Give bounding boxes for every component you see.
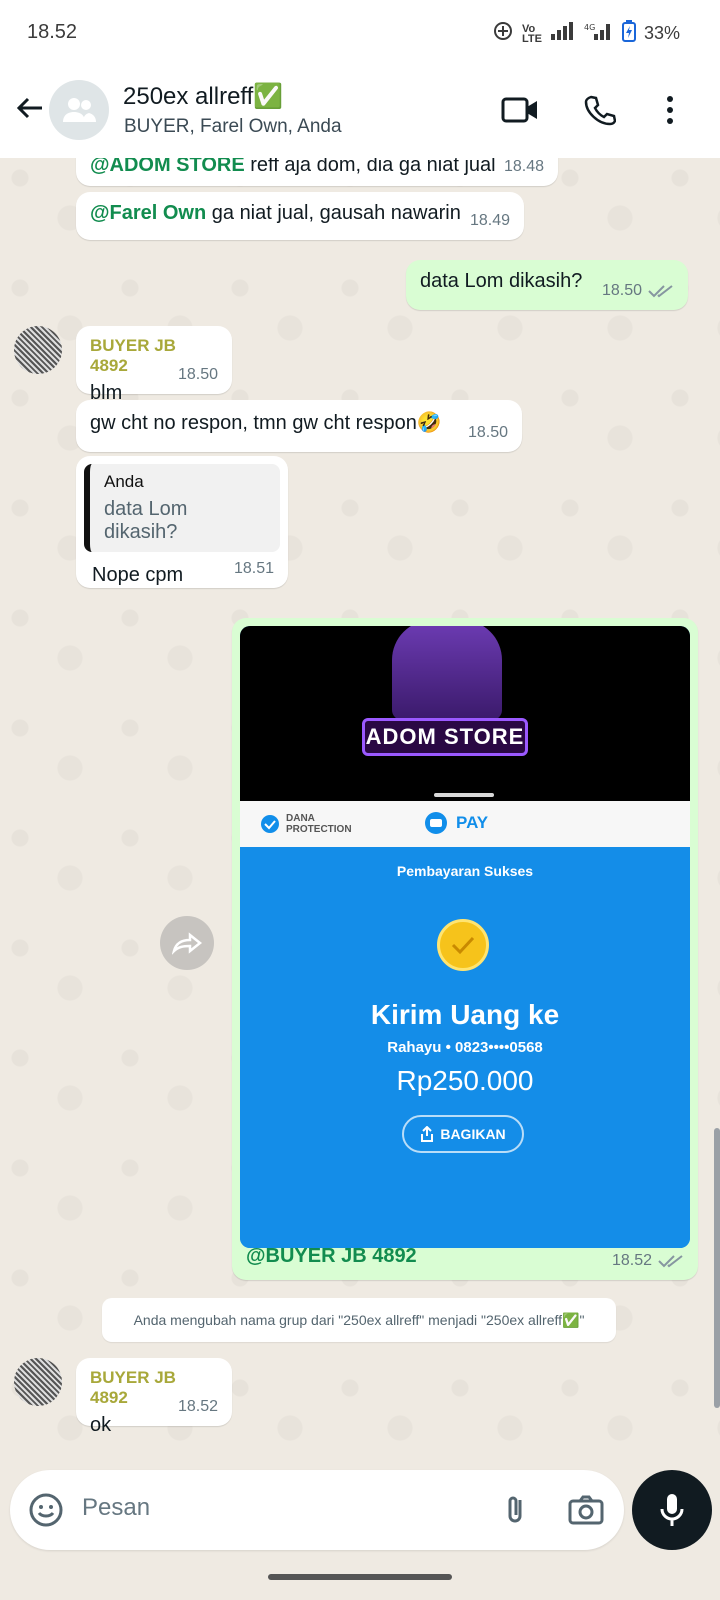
message-time: 18.51	[233, 560, 274, 577]
voice-call-button[interactable]	[578, 88, 622, 132]
payment-receipt: Pembayaran Sukses Kirim Uang ke Rahayu •…	[240, 847, 690, 1248]
protection-word: PROTECTION	[286, 824, 352, 835]
forward-icon	[172, 932, 202, 955]
dana-icon	[425, 812, 447, 834]
message-bubble[interactable]: gw cht no respon, tmn gw cht respon🤣 18.…	[76, 400, 522, 452]
message-time: 18.48	[503, 158, 544, 175]
quoted-sender: Anda	[104, 472, 144, 491]
sender-avatar[interactable]	[14, 326, 62, 374]
message-mention[interactable]: @ADOM STORE	[90, 158, 245, 176]
message-time: 18.50	[467, 424, 508, 441]
message-time: 18.52	[611, 1252, 652, 1269]
message-text: ok	[90, 1414, 112, 1436]
back-arrow-icon[interactable]	[12, 90, 48, 126]
group-icon	[63, 98, 96, 122]
quoted-text: data Lom dikasih?	[104, 498, 188, 543]
store-logo: ADOM STORE	[362, 718, 528, 756]
check-coin-icon	[437, 919, 489, 971]
dana-protection-logo: DANA PROTECTION	[260, 813, 352, 835]
message-text: ga niat jual, gausah nawarin	[206, 202, 461, 224]
message-bubble[interactable]: @ADOM STORE reff aja dom, dia ga niat ju…	[76, 158, 558, 186]
phone-icon	[584, 95, 616, 126]
message-input[interactable]: Pesan	[82, 1494, 150, 1522]
battery-percent: 33%	[643, 23, 680, 43]
dana-word: DANA	[286, 813, 315, 824]
pay-word: PAY	[456, 813, 489, 832]
hotspot-icon	[492, 20, 514, 47]
signal-4g-icon: 4G	[584, 22, 614, 45]
double-check-icon	[658, 1255, 683, 1268]
transfer-amount: Rp250.000	[396, 1065, 534, 1096]
message-bubble[interactable]: @Farel Own ga niat jual, gausah nawarin …	[76, 192, 524, 240]
message-time: 18.52	[177, 1398, 218, 1415]
video-call-button[interactable]	[498, 88, 542, 132]
group-members[interactable]: BUYER, Farel Own, Anda	[124, 116, 342, 138]
status-bar: 18.52 Vo LTE 4G 33%	[0, 0, 720, 64]
status-icons: Vo LTE 4G 33%	[492, 20, 680, 47]
message-bubble[interactable]: BUYER JB 4892 ok 18.52	[76, 1358, 232, 1436]
sender-avatar[interactable]	[14, 1358, 62, 1406]
status-time: 18.52	[27, 21, 78, 43]
svg-text:4G: 4G	[584, 23, 595, 32]
chat-area[interactable]: @ADOM STORE reff aja dom, dia ga niat ju…	[0, 158, 720, 1470]
more-options-button[interactable]	[648, 88, 692, 132]
system-nav-bar	[0, 1556, 720, 1600]
attachment-icon[interactable]	[496, 1490, 536, 1530]
volte-icon: Vo LTE	[522, 22, 542, 45]
screenshot-header: ADOM STORE	[240, 626, 690, 801]
message-time: 18.49	[469, 212, 510, 229]
message-text: gw cht no respon, tmn gw cht respon🤣	[90, 412, 442, 434]
character-illustration	[392, 626, 502, 720]
scrollbar[interactable]	[714, 1128, 720, 1408]
voice-record-button[interactable]	[632, 1470, 712, 1550]
dana-bar: DANA PROTECTION PAY	[240, 801, 690, 847]
chat-header: 250ex allreff✅ BUYER, Farel Own, Anda	[0, 64, 720, 158]
payment-status: Pembayaran Sukses	[396, 863, 534, 879]
video-camera-icon	[501, 97, 537, 123]
message-bubble[interactable]: BUYER JB 4892 blm 18.50	[76, 326, 232, 404]
payment-screenshot[interactable]: ADOM STORE DANA PROTECTION PAY Pembayaran…	[240, 626, 690, 1248]
share-icon	[421, 1126, 434, 1142]
share-label: BAGIKAN	[440, 1126, 506, 1142]
system-message: Anda mengubah nama grup dari "250ex allr…	[102, 1298, 616, 1342]
dana-pay-logo: PAY	[424, 811, 488, 835]
message-text: reff aja dom, dia ga niat jual	[244, 158, 496, 176]
image-message-bubble[interactable]: ADOM STORE DANA PROTECTION PAY Pembayaran…	[232, 618, 698, 1280]
share-button: BAGIKAN	[402, 1115, 524, 1153]
reply-message-bubble[interactable]: Anda data Lom dikasih? Nope cpm 18.51	[76, 456, 288, 588]
image-caption-mention[interactable]: @BUYER JB 4892	[246, 1245, 417, 1268]
message-composer[interactable]: Pesan	[10, 1470, 624, 1550]
group-title[interactable]: 250ex allreff✅	[123, 82, 283, 111]
signal-icon	[550, 22, 576, 45]
microphone-icon	[660, 1494, 684, 1526]
group-avatar[interactable]	[49, 80, 109, 140]
shield-icon	[261, 815, 279, 833]
quoted-message[interactable]: Anda data Lom dikasih?	[84, 464, 280, 552]
transfer-title: Kirim Uang ke	[370, 999, 560, 1030]
home-gesture-bar[interactable]	[268, 1574, 452, 1580]
sheet-handle	[434, 793, 494, 797]
outgoing-message-bubble[interactable]: data Lom dikasih? 18.50	[406, 260, 688, 310]
message-mention[interactable]: @Farel Own	[90, 202, 206, 224]
recipient-info: Rahayu • 0823••••0568	[387, 1039, 543, 1056]
forward-button[interactable]	[160, 916, 214, 970]
double-check-icon	[648, 285, 673, 298]
emoji-sticker-icon[interactable]	[28, 1492, 64, 1528]
kebab-menu-icon	[667, 96, 673, 124]
battery-charging-icon	[621, 20, 636, 47]
camera-icon[interactable]	[566, 1490, 606, 1530]
message-time: 18.50	[601, 282, 642, 299]
message-time: 18.50	[177, 366, 218, 383]
